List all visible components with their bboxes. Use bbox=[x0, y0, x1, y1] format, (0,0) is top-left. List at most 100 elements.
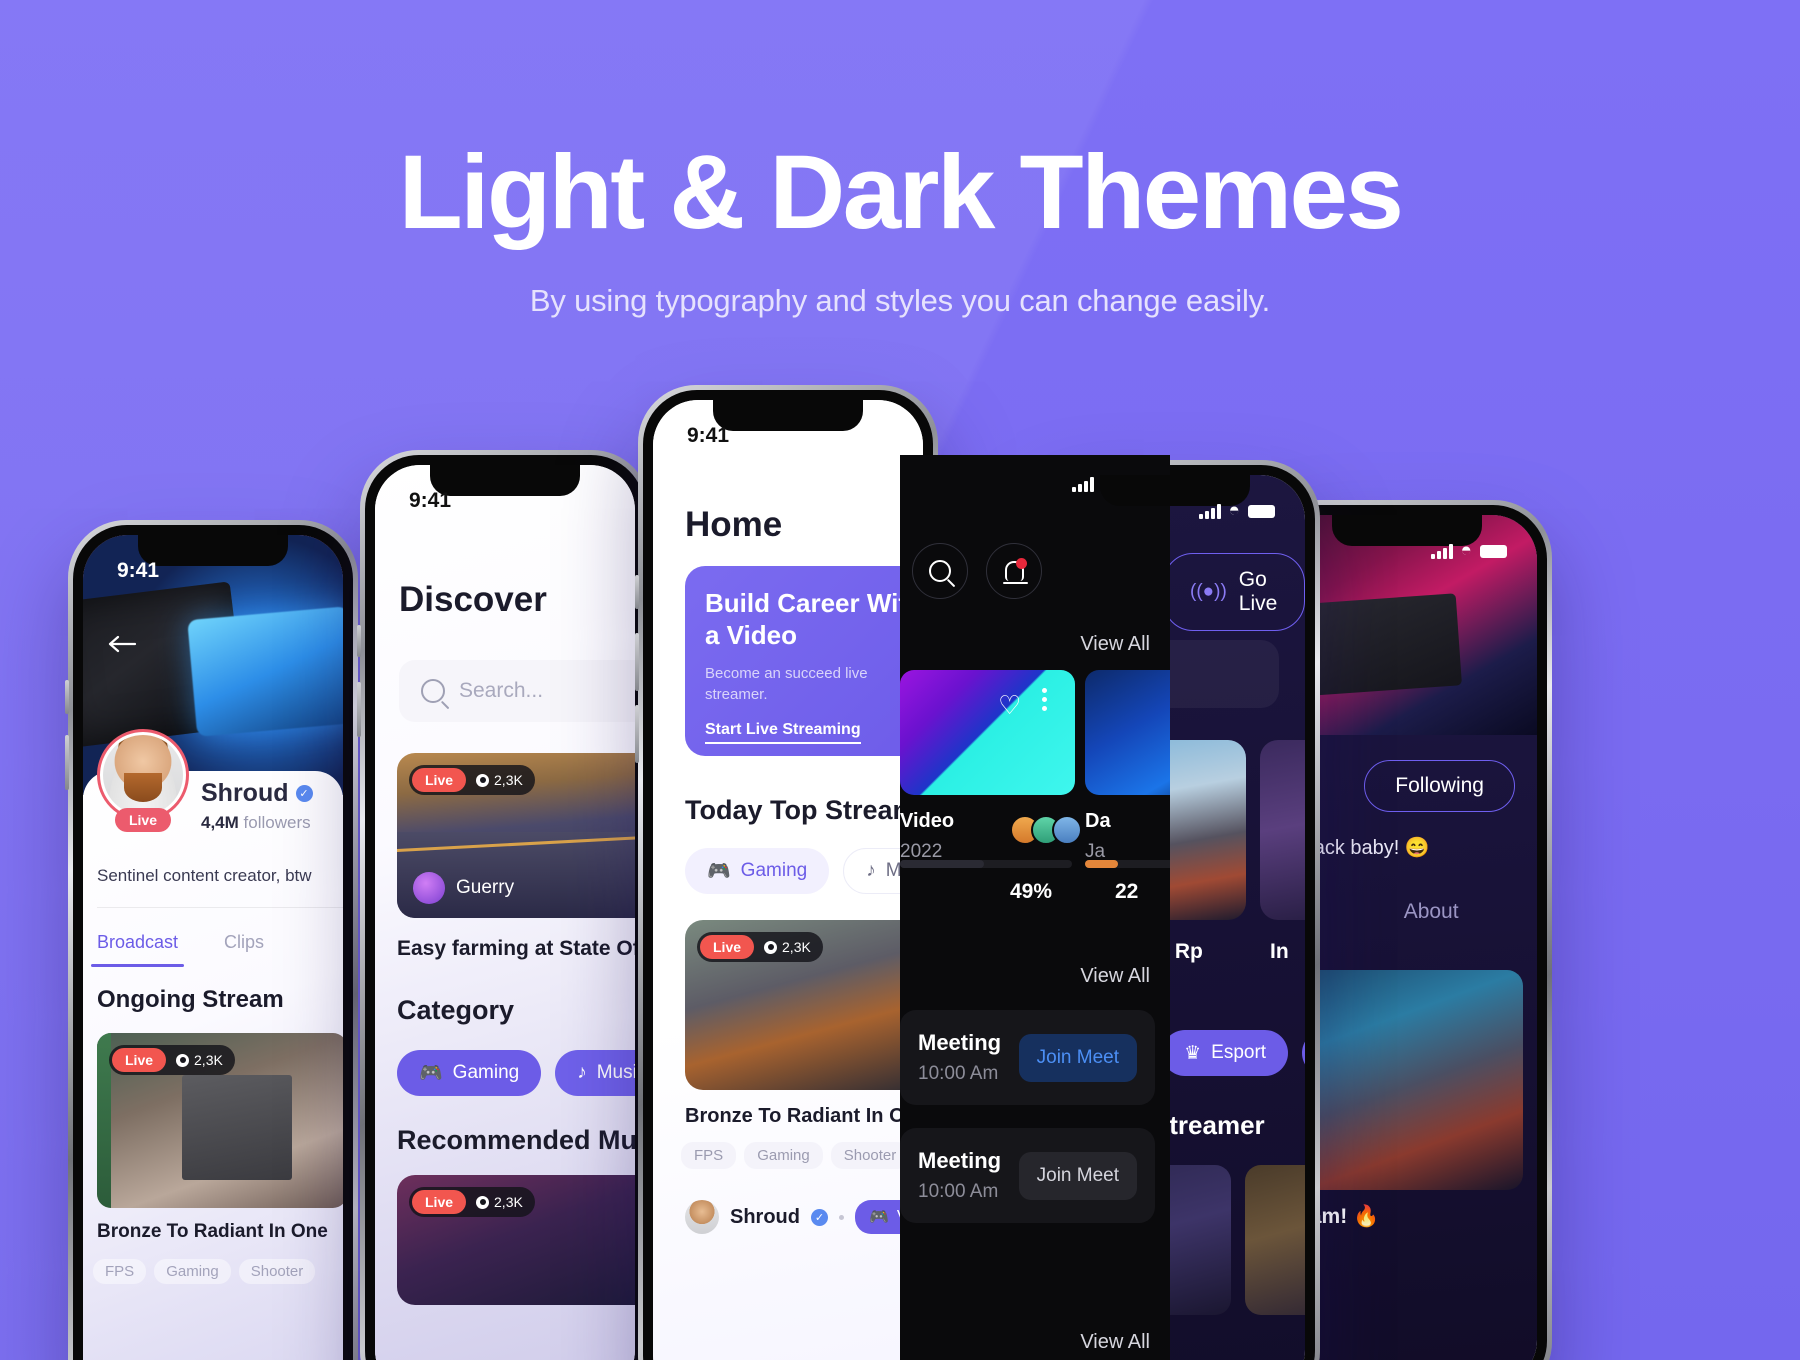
chip-music[interactable]: ♪ Music bbox=[555, 1050, 635, 1096]
eye-icon bbox=[764, 940, 778, 954]
music-note-icon: ♪ bbox=[577, 1062, 587, 1083]
phone4-card-title-2: In bbox=[1270, 940, 1289, 963]
mute-switch[interactable] bbox=[635, 575, 639, 609]
chip-podcast[interactable]: 🎤 Podcast bbox=[1302, 1030, 1305, 1076]
progress-bar-a bbox=[900, 860, 1072, 868]
phone4-status-bar: 9:41 ◓ bbox=[1045, 475, 1305, 533]
start-live-streaming-link[interactable]: Start Live Streaming bbox=[705, 721, 861, 744]
viewer-count-value: 2,3K bbox=[194, 1052, 223, 1068]
phone4-stream-card-b[interactable] bbox=[1260, 740, 1305, 920]
phone4-status-icons: ◓ bbox=[1199, 500, 1275, 522]
tag-shooter[interactable]: Shooter bbox=[830, 1142, 910, 1169]
mute-switch[interactable] bbox=[357, 625, 361, 657]
tag-fps[interactable]: FPS bbox=[93, 1259, 147, 1284]
featured-stream-card[interactable]: Live 2,3K Guerry bbox=[397, 753, 635, 918]
progress-percent-a: 49% bbox=[1010, 880, 1053, 903]
stream-stats-pill: Live 2,3K bbox=[697, 932, 823, 962]
viewer-count: 2,3K bbox=[176, 1052, 223, 1068]
stream-title: Bronze To Radiant In One bbox=[97, 1221, 328, 1242]
course-thumbnail-a[interactable]: ♡ bbox=[900, 670, 1075, 795]
phone5-status-icons: ◓ bbox=[1431, 540, 1507, 562]
participant-avatars bbox=[1010, 815, 1082, 845]
viewer-count: 2,3K bbox=[476, 1194, 523, 1210]
stream-stats-pill: Live 2,3K bbox=[409, 765, 535, 795]
phone5-stream-thumbnail[interactable] bbox=[1291, 970, 1523, 1190]
volume-up-button[interactable] bbox=[357, 682, 361, 737]
tag-shooter[interactable]: Shooter bbox=[238, 1259, 316, 1284]
mute-switch[interactable] bbox=[65, 680, 69, 714]
phone-mockup-home: 9:41 Home Build Career With a Video Beco… bbox=[635, 385, 938, 1360]
chip-label: Esport bbox=[1211, 1042, 1267, 1063]
volume-up-button[interactable] bbox=[635, 633, 639, 691]
chip-gaming[interactable]: 🎮 Gaming bbox=[397, 1050, 542, 1096]
phone4-streamer-card-2[interactable] bbox=[1245, 1165, 1305, 1315]
separator-dot bbox=[839, 1214, 844, 1220]
meeting-title: Meeting bbox=[918, 1030, 1002, 1055]
gamepad-icon: 🎮 bbox=[419, 1063, 443, 1084]
author-name: Guerry bbox=[456, 877, 515, 898]
chip-esport[interactable]: ♛ Esport bbox=[1162, 1030, 1289, 1076]
back-arrow-icon[interactable] bbox=[105, 627, 139, 661]
view-all-link-2[interactable]: View All bbox=[1080, 965, 1150, 988]
tag-gaming[interactable]: Gaming bbox=[744, 1142, 823, 1169]
search-input[interactable]: Search... bbox=[399, 660, 635, 722]
view-all-link-1[interactable]: View All bbox=[1080, 633, 1150, 656]
join-meet-button[interactable]: Join Meet bbox=[1018, 1151, 1137, 1200]
chip-label: Gaming bbox=[740, 860, 808, 881]
author-name: Shroud bbox=[730, 1205, 800, 1228]
trophy-icon: ♛ bbox=[1184, 1042, 1202, 1064]
profile-tabs: Broadcast Clips bbox=[90, 907, 343, 967]
phone3-status-bar: 9:41 bbox=[653, 400, 923, 458]
phone1-time: 9:41 bbox=[117, 559, 160, 582]
search-icon bbox=[929, 560, 951, 582]
heart-icon[interactable]: ♡ bbox=[998, 690, 1021, 721]
ongoing-stream-heading: Ongoing Stream bbox=[97, 986, 284, 1013]
phone5-status-bar: 9:41 ◓ bbox=[1277, 515, 1537, 573]
avatar bbox=[685, 1200, 719, 1234]
search-button[interactable] bbox=[912, 543, 968, 599]
eye-icon bbox=[176, 1053, 190, 1067]
tab-clips[interactable]: Clips bbox=[224, 932, 264, 953]
top-stream-author-row: Shroud ✓ 🎮 Valorant bbox=[685, 1200, 923, 1234]
tab-broadcast[interactable]: Broadcast bbox=[90, 932, 185, 967]
follower-count: 4,4M bbox=[201, 813, 239, 832]
volume-down-button[interactable] bbox=[635, 705, 639, 763]
following-button[interactable]: Following bbox=[1364, 760, 1515, 812]
live-label: Live bbox=[700, 935, 755, 959]
course-thumbnail-b[interactable] bbox=[1085, 670, 1170, 795]
tab-about[interactable]: About bbox=[1404, 900, 1459, 924]
tag-gaming[interactable]: Gaming bbox=[154, 1259, 231, 1284]
top-stream-thumbnail[interactable]: Live 2,3K bbox=[685, 920, 923, 1090]
progress-bar-b bbox=[1085, 860, 1170, 868]
page-subtitle: By using typography and styles you can c… bbox=[529, 283, 1271, 318]
meeting-time: 10:00 Am bbox=[918, 1181, 999, 1202]
eye-icon bbox=[476, 1195, 490, 1209]
volume-up-button[interactable] bbox=[65, 735, 69, 790]
hero-section: Light & Dark Themes By using typography … bbox=[0, 0, 1800, 319]
chip-label: Gaming bbox=[452, 1062, 520, 1083]
broadcast-icon: ((●)) bbox=[1190, 581, 1227, 602]
meeting-row-1: Meeting 10:00 Am Join Meet bbox=[900, 1010, 1155, 1105]
kebab-menu-icon[interactable] bbox=[1042, 688, 1047, 711]
stream-thumbnail[interactable]: Live 2,3K bbox=[97, 1033, 343, 1208]
recommended-card[interactable]: Live 2,3K bbox=[397, 1175, 635, 1305]
phone3-time: 9:41 bbox=[687, 424, 730, 447]
viewer-count: 2,3K bbox=[764, 939, 811, 955]
go-live-label: Go Live bbox=[1238, 568, 1278, 615]
tag-fps[interactable]: FPS bbox=[681, 1142, 737, 1169]
join-meet-button[interactable]: Join Meet bbox=[1018, 1033, 1137, 1082]
today-top-stream-heading: Today Top Stream bbox=[685, 795, 917, 825]
live-label: Live bbox=[412, 768, 467, 792]
notification-dot bbox=[1016, 558, 1027, 569]
category-chip-row: 🎮 Gaming ♪ Music bbox=[397, 1050, 635, 1096]
profile-name-row: Shroud ✓ bbox=[201, 779, 313, 808]
profile-bio: Sentinel content creator, btw bbox=[97, 866, 312, 885]
home-chip-row: 🎮 Gaming ♪ Music bbox=[685, 848, 923, 894]
notification-button[interactable] bbox=[986, 543, 1042, 599]
chip-gaming[interactable]: 🎮 Gaming bbox=[685, 848, 830, 894]
page-title-home: Home bbox=[685, 505, 783, 544]
viewer-count: 2,3K bbox=[476, 772, 523, 788]
profile-name: Shroud bbox=[201, 779, 289, 807]
chip-label: Music bbox=[596, 1062, 635, 1083]
view-all-link-3[interactable]: View All bbox=[1080, 1331, 1150, 1354]
